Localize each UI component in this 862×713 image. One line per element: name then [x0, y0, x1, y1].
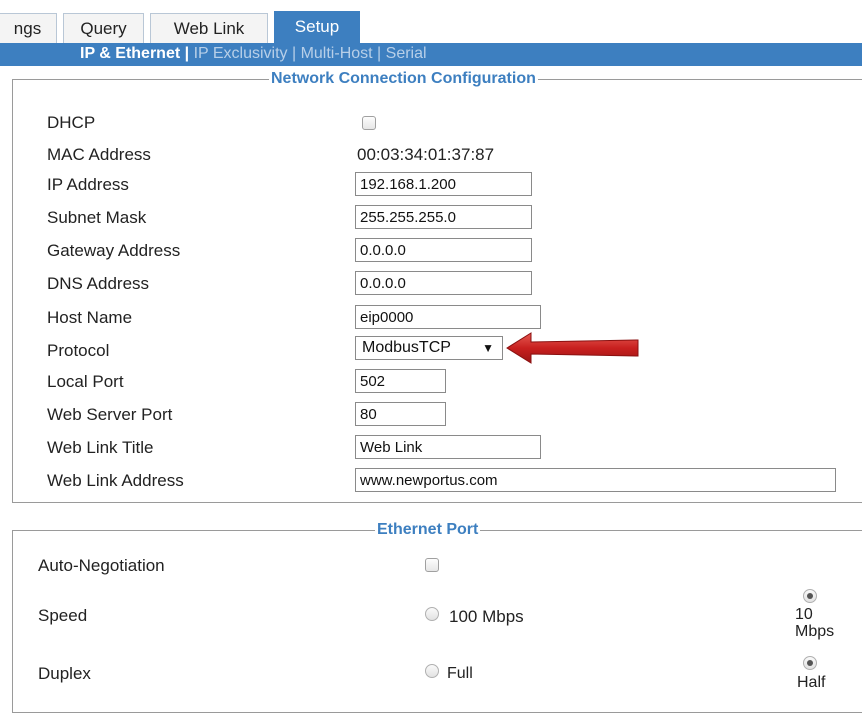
gateway-address-label: Gateway Address: [47, 241, 181, 260]
dns-address-label: DNS Address: [47, 274, 150, 293]
web-server-port-input[interactable]: [355, 402, 446, 426]
tab-bar: ngs Query Web Link Setup: [0, 0, 862, 43]
tab-web-link[interactable]: Web Link: [150, 13, 268, 43]
host-name-input[interactable]: [355, 305, 541, 329]
dns-address-input[interactable]: [355, 271, 532, 295]
subnav-serial[interactable]: Serial: [386, 45, 427, 62]
subnet-mask-input[interactable]: [355, 205, 532, 229]
tab-setup[interactable]: Setup: [274, 11, 360, 43]
protocol-select[interactable]: ModbusTCP ▼: [355, 336, 503, 360]
ip-address-label: IP Address: [47, 175, 129, 194]
speed-10-radio[interactable]: [803, 589, 817, 603]
dhcp-checkbox[interactable]: [362, 116, 376, 130]
speed-10-label: 10 Mbps: [795, 606, 834, 640]
duplex-full-label: Full: [447, 665, 473, 682]
subnet-mask-label: Subnet Mask: [47, 208, 147, 227]
mac-address-label: MAC Address: [47, 145, 151, 164]
subnav-multi-host[interactable]: Multi-Host: [301, 45, 373, 62]
dhcp-label: DHCP: [47, 113, 96, 132]
duplex-label: Duplex: [38, 664, 91, 683]
subnav-ip-ethernet[interactable]: IP & Ethernet: [80, 45, 180, 62]
subnav-separator: |: [291, 45, 297, 62]
speed-100-radio[interactable]: [425, 607, 439, 621]
web-link-title-label: Web Link Title: [47, 438, 154, 457]
auto-negotiation-label: Auto-Negotiation: [38, 556, 165, 575]
web-server-port-label: Web Server Port: [47, 405, 173, 424]
duplex-half-label: Half: [797, 674, 826, 691]
subnav-ip-exclusivity[interactable]: IP Exclusivity: [194, 45, 288, 62]
web-link-title-input[interactable]: [355, 435, 541, 459]
web-link-address-label: Web Link Address: [47, 471, 184, 490]
protocol-label: Protocol: [47, 341, 110, 360]
speed-label: Speed: [38, 606, 88, 625]
red-arrow-icon: [506, 332, 639, 364]
duplex-half-radio[interactable]: [803, 656, 817, 670]
web-link-address-input[interactable]: [355, 468, 836, 492]
mac-address-value: 00:03:34:01:37:87: [357, 145, 495, 164]
tab-settings[interactable]: ngs: [0, 13, 57, 43]
duplex-full-radio[interactable]: [425, 664, 439, 678]
auto-negotiation-checkbox[interactable]: [425, 558, 439, 572]
gateway-address-input[interactable]: [355, 238, 532, 262]
host-name-label: Host Name: [47, 308, 133, 327]
speed-10-label-line1: 10: [795, 606, 813, 623]
tab-query[interactable]: Query: [63, 13, 144, 43]
protocol-selected-value: ModbusTCP: [362, 339, 451, 356]
network-config-legend: Network Connection Configuration: [271, 70, 536, 87]
dropdown-caret-icon: ▼: [482, 341, 494, 355]
sub-navigation: IP & Ethernet | IP Exclusivity | Multi-H…: [0, 43, 862, 66]
subnav-separator: |: [377, 45, 382, 62]
subnav-separator: |: [184, 45, 190, 62]
speed-100-label: 100 Mbps: [449, 607, 524, 626]
local-port-input[interactable]: [355, 369, 446, 393]
ethernet-port-legend: Ethernet Port: [377, 521, 479, 538]
speed-10-label-line2: Mbps: [795, 623, 835, 640]
local-port-label: Local Port: [47, 372, 124, 391]
ip-address-input[interactable]: [355, 172, 532, 196]
